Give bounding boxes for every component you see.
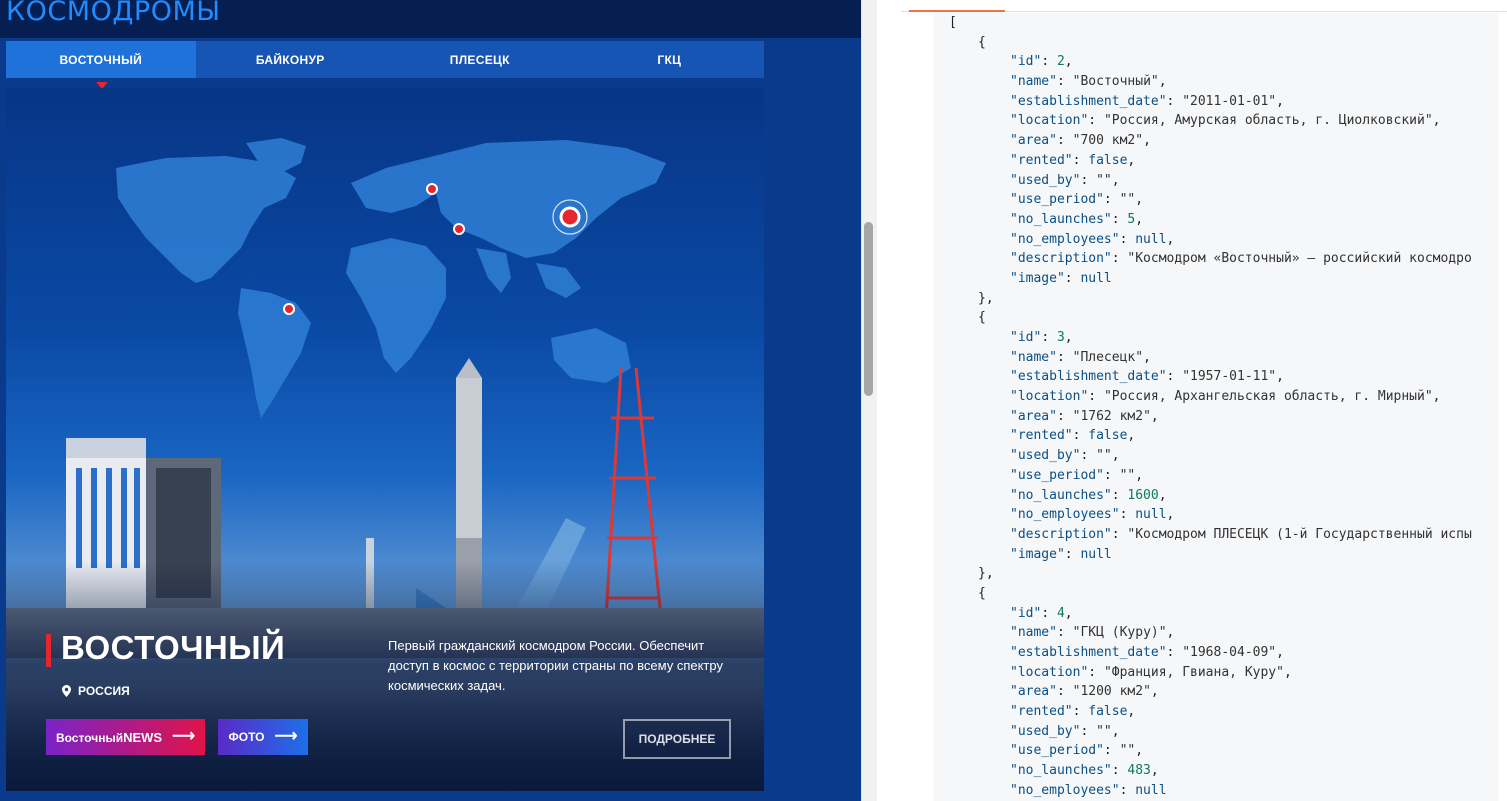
cosmodrome-tabs: ВОСТОЧНЫЙ БАЙКОНУР ПЛЕСЕЦК ГКЦ [6, 41, 764, 78]
hero-banner: ВОСТОЧНЫЙ РОССИЯ Первый гражданский косм… [6, 88, 764, 791]
json-field-rented: "rented": false, [1010, 152, 1136, 168]
scrollbar-track[interactable] [861, 0, 877, 801]
scrollbar-thumb[interactable] [864, 222, 873, 396]
json-field-id: "id": 3, [1010, 330, 1073, 346]
json-field-no-employees: "no_employees": null, [1010, 507, 1175, 523]
cosmodrome-description: Первый гражданский космодром России. Обе… [388, 638, 723, 693]
country-label: РОССИЯ [62, 684, 130, 698]
json-field-location: "location": "Россия, Архангельская облас… [1010, 389, 1441, 405]
vostochny-marker [559, 206, 581, 228]
json-field-name: "name": "Восточный", [1010, 74, 1167, 90]
json-field-use-period: "use_period": "", [1010, 192, 1144, 208]
photo-button[interactable]: ФОТО ⟶ [218, 719, 308, 755]
page-title: КОСМОДРОМЫ [6, 0, 221, 27]
json-field-id: "id": 2, [1010, 54, 1073, 70]
json-field-establishment-date: "establishment_date": "1968-04-09", [1010, 645, 1284, 661]
json-field-area: "area": "1762 км2", [1010, 408, 1159, 424]
code-line-close-brace: }, [978, 290, 994, 306]
json-lines: [ { "id": 2, "name": "Восточный", "establish… [933, 13, 1472, 801]
json-field-no-launches: "no_launches": 5, [1010, 211, 1144, 227]
json-field-no-employees: "no_employees": null, [1010, 231, 1175, 247]
json-field-location: "location": "Франция, Гвиана, Куру", [1010, 664, 1292, 680]
json-field-location: "location": "Россия, Амурская область, г… [1010, 113, 1441, 129]
json-field-no-launches: "no_launches": 1600, [1010, 487, 1167, 503]
json-field-image: "image": null [1010, 546, 1112, 562]
json-field-name: "name": "Плесецк", [1010, 349, 1151, 365]
tab-plesetsk[interactable]: ПЛЕСЕЦК [385, 41, 575, 78]
code-line-open-brace: { [978, 34, 986, 50]
arrow-right-icon: ⟶ [274, 728, 298, 745]
json-field-description: "description": "Космодром ПЛЕСЕЦК (1-й Г… [1010, 526, 1472, 542]
json-field-id: "id": 4, [1010, 605, 1073, 621]
title-accent-bar [46, 634, 51, 667]
json-viewer-pane: [ { "id": 2, "name": "Восточный", "establish… [877, 0, 1507, 801]
json-field-area: "area": "700 км2", [1010, 133, 1151, 149]
json-field-rented: "rented": false, [1010, 428, 1136, 444]
json-field-used-by: "used_by": "", [1010, 723, 1120, 739]
json-field-area: "area": "1200 км2", [1010, 684, 1159, 700]
arrow-right-icon: ⟶ [172, 728, 196, 745]
json-field-rented: "rented": false, [1010, 704, 1136, 720]
kourou-marker [283, 303, 295, 315]
json-field-no-launches: "no_launches": 483, [1010, 763, 1159, 779]
json-field-description: "description": "Космодром «Восточный» — … [1010, 251, 1472, 267]
code-line-close-brace: }, [978, 566, 994, 582]
location-pin-icon [62, 685, 71, 697]
baikonur-marker [453, 223, 465, 235]
tab-vostochny[interactable]: ВОСТОЧНЫЙ [6, 41, 196, 78]
code-line-open-brace: { [978, 585, 986, 601]
code-line-open-brace: { [978, 310, 986, 326]
json-field-image: "image": null [1010, 270, 1112, 286]
tab-baikonur[interactable]: БАЙКОНУР [196, 41, 386, 78]
json-field-use-period: "use_period": "", [1010, 743, 1144, 759]
active-tab-underline [909, 10, 1005, 12]
plesetsk-marker [426, 183, 438, 195]
cosmodrome-title: ВОСТОЧНЫЙ [61, 629, 286, 666]
news-button[interactable]: ВосточныйNEWS ⟶ [46, 719, 205, 755]
photo-button-label: ФОТО [228, 730, 265, 744]
news-button-label: ВосточныйNEWS [55, 729, 163, 745]
page-header: КОСМОДРОМЫ [0, 0, 861, 38]
json-field-establishment-date: "establishment_date": "2011-01-01", [1010, 93, 1284, 109]
more-button[interactable]: ПОДРОБНЕЕ [623, 719, 731, 759]
json-field-used-by: "used_by": "", [1010, 448, 1120, 464]
cosmodrome-widget: КОСМОДРОМЫ ВОСТОЧНЫЙ БАЙКОНУР ПЛЕСЕЦК ГК… [0, 0, 861, 801]
country-name: РОССИЯ [78, 684, 130, 698]
json-field-establishment-date: "establishment_date": "1957-01-11", [1010, 369, 1284, 385]
json-field-no-employees: "no_employees": null [1010, 782, 1167, 798]
tab-gkc[interactable]: ГКЦ [575, 41, 765, 78]
json-field-name: "name": "ГКЦ (Куру)", [1010, 625, 1175, 641]
json-field-use-period: "use_period": "", [1010, 467, 1144, 483]
json-field-used-by: "used_by": "", [1010, 172, 1120, 188]
json-code-block: [ { "id": 2, "name": "Восточный", "establish… [933, 13, 1499, 801]
code-line: [ [949, 15, 957, 30]
